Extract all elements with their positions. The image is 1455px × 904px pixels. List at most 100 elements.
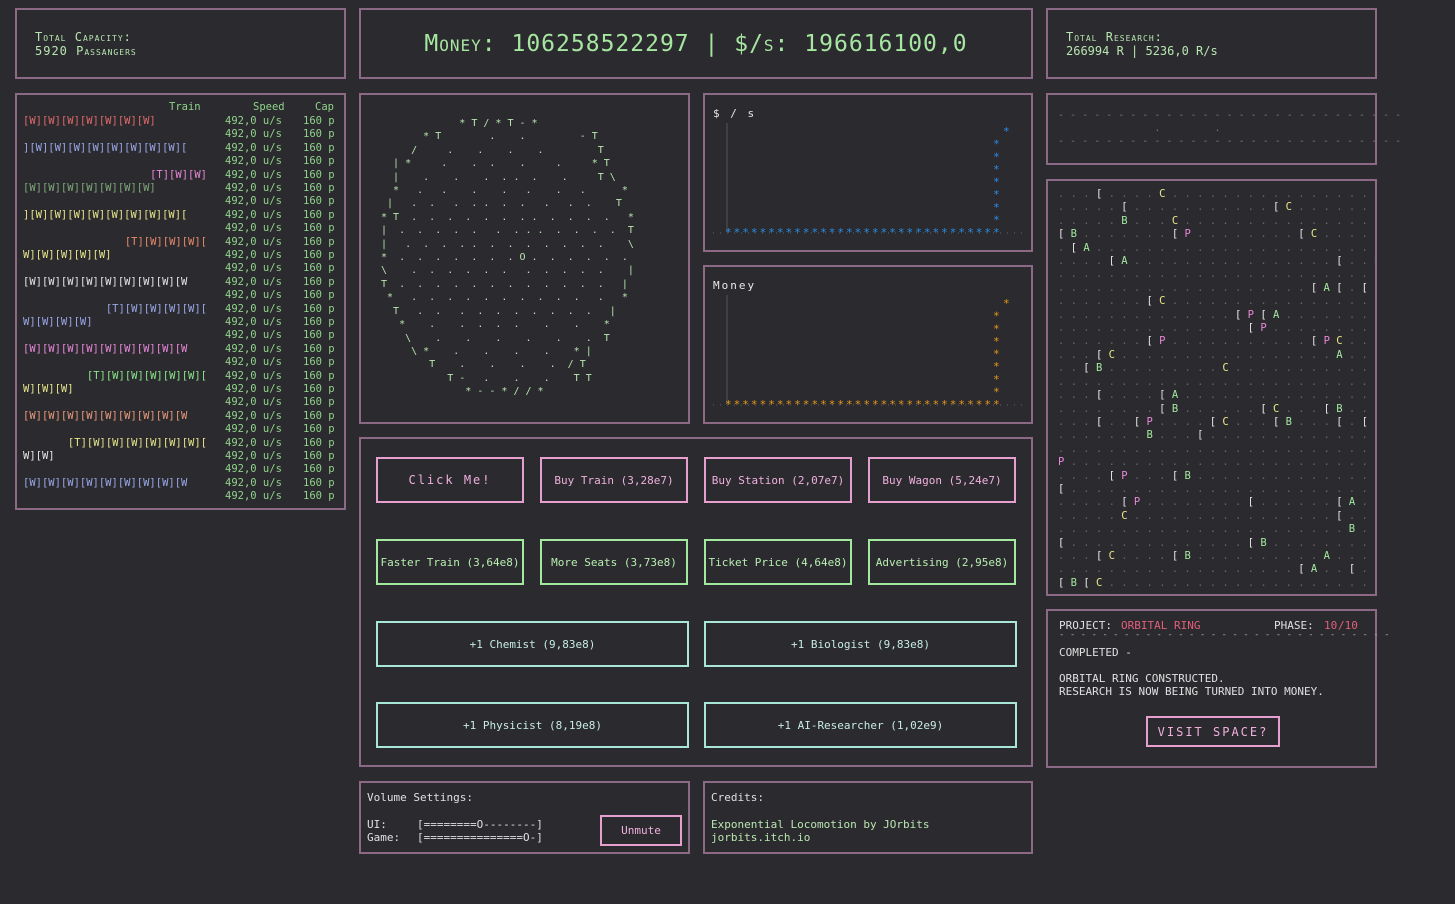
train-speed: 492,0 u/s xyxy=(225,249,282,261)
train-row: W][W][W][W] 492,0 u/s 160 p xyxy=(17,316,344,329)
chart-point: * xyxy=(820,398,827,411)
train-capacity: 160 p xyxy=(303,383,335,395)
network-map-panel: * T / * T - * * T . . - T / . . . . T | … xyxy=(359,93,690,424)
chart-point: * xyxy=(993,385,1000,398)
chart-point: * xyxy=(863,226,870,239)
research-label: Total Research: xyxy=(1066,30,1163,44)
project-message-1: ORBITAL RING CONSTRUCTED. xyxy=(1059,672,1225,685)
chart-point: * xyxy=(907,226,914,239)
train-cars: [W][W][W][W][W][W][W][W][W xyxy=(23,342,188,355)
chart-point: * xyxy=(898,398,905,411)
research-value: 266994 R | 5236,0 R/s xyxy=(1066,44,1218,58)
train-capacity: 160 p xyxy=(303,249,335,261)
chart-point: * xyxy=(915,398,922,411)
train-speed: 492,0 u/s xyxy=(225,342,282,355)
ui-volume-slider[interactable]: [========O--------] xyxy=(417,818,543,831)
train-speed: 492,0 u/s xyxy=(225,168,282,181)
chart-point: * xyxy=(993,150,1000,163)
chart-point: * xyxy=(932,226,939,239)
train-cars: [T][W][W][W][W][W][ xyxy=(86,369,207,382)
train-list-panel: Train Speed Cap [W][W][W][W][W][W][W] 492… xyxy=(15,93,346,510)
train-speed: 492,0 u/s xyxy=(225,262,282,275)
click-me-button[interactable]: Click Me! xyxy=(376,457,524,503)
chart-point: * xyxy=(967,226,974,239)
chart-point: * xyxy=(751,226,758,239)
train-capacity: 160 p xyxy=(303,476,335,489)
chart-point: * xyxy=(760,226,767,239)
hire-ai-researcher-button[interactable]: +1 AI-Researcher (1,02e9) xyxy=(704,702,1017,748)
advertising-button[interactable]: Advertising (2,95e8) xyxy=(868,539,1016,585)
chart-point: * xyxy=(855,398,862,411)
buy-train-button[interactable]: Buy Train (3,28e7) xyxy=(540,457,688,503)
chart-point: * xyxy=(881,398,888,411)
train-speed: 492,0 u/s xyxy=(225,476,282,489)
train-cars: W][W][W][W] xyxy=(23,316,93,328)
train-speed: 492,0 u/s xyxy=(225,316,282,328)
train-row: 492,0 u/s 160 p xyxy=(17,262,344,275)
train-cars: [W][W][W][W][W][W][W][W][W xyxy=(23,275,188,288)
ticket-price-button[interactable]: Ticket Price (4,64e8) xyxy=(704,539,852,585)
train-speed: 492,0 u/s xyxy=(225,423,282,436)
more-seats-button[interactable]: More Seats (3,73e8) xyxy=(540,539,688,585)
game-volume-label: Game: xyxy=(367,831,401,844)
project-divider: - - - - - - - - - - - - - - - - - - - - … xyxy=(1059,630,1390,640)
chart-point: * xyxy=(786,398,793,411)
chart-point: * xyxy=(725,226,732,239)
hire-biologist-button[interactable]: +1 Biologist (9,83e8) xyxy=(704,621,1017,667)
chart-point: * xyxy=(872,226,879,239)
train-capacity: 160 p xyxy=(303,329,335,342)
network-map-ascii: * T / * T - * * T . . - T / . . . . T | … xyxy=(381,118,634,398)
chart-point: * xyxy=(993,226,1000,239)
train-row: 492,0 u/s 160 p xyxy=(17,128,344,141)
rate-chart: * * * * * * * * * * * * * * * * * * * * * * * * * * * * * * * ********* xyxy=(713,123,1023,239)
credits-link[interactable]: jorbits.itch.io xyxy=(711,831,810,844)
research-progress-strip: - - - - - - - - - - - - - - - - - - - - … xyxy=(1046,93,1401,165)
volume-settings-panel: Volume Settings: UI: [========O--------]… xyxy=(359,781,690,854)
hire-chemist-button[interactable]: +1 Chemist (9,83e8) xyxy=(376,621,689,667)
buy-station-button[interactable]: Buy Station (2,07e7) xyxy=(704,457,852,503)
chart-point: * xyxy=(794,398,801,411)
chart-point: * xyxy=(889,398,896,411)
speed-column-header: Speed xyxy=(253,101,285,113)
unmute-button[interactable]: Unmute xyxy=(600,815,682,846)
train-row: [W][W][W][W][W][W][W][W][W 492,0 u/s 160 p xyxy=(17,410,344,423)
chart-point: * xyxy=(924,226,931,239)
train-capacity: 160 p xyxy=(303,450,335,462)
project-message-2: RESEARCH IS NOW BEING TURNED INTO MONEY. xyxy=(1059,685,1324,698)
train-column-header: Train xyxy=(169,101,201,113)
chart-point: * xyxy=(777,398,784,411)
chart-point: * xyxy=(924,398,931,411)
chart-point: * xyxy=(794,226,801,239)
capacity-panel: Total Capacity: 5920 Passangers xyxy=(15,8,346,79)
train-row: 492,0 u/s 160 p xyxy=(17,289,344,302)
train-speed: 492,0 u/s xyxy=(225,396,282,409)
train-speed: 492,0 u/s xyxy=(225,275,282,288)
game-volume-slider[interactable]: [===============O-] xyxy=(417,831,543,844)
chart-point: * xyxy=(950,398,957,411)
train-speed: 492,0 u/s xyxy=(225,302,282,315)
train-capacity: 160 p xyxy=(303,302,335,315)
chart-point: * xyxy=(863,398,870,411)
hire-physicist-button[interactable]: +1 Physicist (8,19e8) xyxy=(376,702,689,748)
chart-point: * xyxy=(803,398,810,411)
train-row: W][W][W][W][W] 492,0 u/s 160 p xyxy=(17,249,344,262)
chart-point: * xyxy=(993,138,1000,151)
train-row: [T][W][W] 492,0 u/s 160 p xyxy=(17,169,344,182)
chart-point: * xyxy=(846,226,853,239)
train-row: W][W][W] 492,0 u/s 160 p xyxy=(17,383,344,396)
train-row: [W][W][W][W][W][W][W] 492,0 u/s 160 p xyxy=(17,182,344,195)
chart-point: * xyxy=(976,398,983,411)
train-row: 492,0 u/s 160 p xyxy=(17,490,344,503)
train-speed: 492,0 u/s xyxy=(225,115,282,127)
chart-point: * xyxy=(855,226,862,239)
chart-point: * xyxy=(768,226,775,239)
chart-point: * xyxy=(993,163,1000,176)
chart-point: * xyxy=(768,398,775,411)
train-capacity: 160 p xyxy=(303,141,335,154)
faster-train-button[interactable]: Faster Train (3,64e8) xyxy=(376,539,524,585)
visit-space-button[interactable]: VISIT SPACE? xyxy=(1146,716,1280,747)
train-row: 492,0 u/s 160 p xyxy=(17,463,344,476)
buy-wagon-button[interactable]: Buy Wagon (5,24e7) xyxy=(868,457,1016,503)
train-speed: 492,0 u/s xyxy=(225,195,282,208)
train-capacity: 160 p xyxy=(303,168,335,181)
